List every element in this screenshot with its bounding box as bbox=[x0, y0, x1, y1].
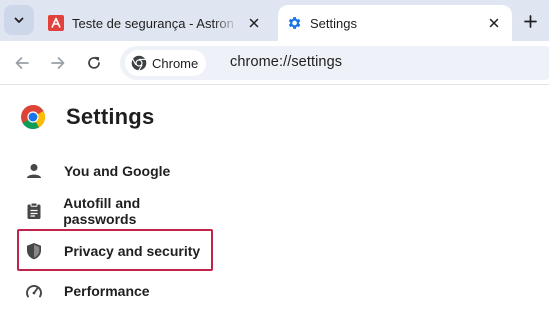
gear-icon bbox=[288, 17, 301, 29]
menu-item-autofill-and-passwords[interactable]: Autofill and passwords bbox=[20, 191, 213, 231]
menu-item-you-and-google[interactable]: You and Google bbox=[20, 151, 213, 191]
arrow-right-icon bbox=[51, 57, 65, 69]
reload-icon bbox=[88, 56, 100, 69]
tab-settings[interactable]: Settings bbox=[278, 5, 512, 41]
close-icon bbox=[249, 18, 259, 28]
address-bar[interactable]: Chrome chrome://settings bbox=[120, 46, 549, 80]
page-title: Settings bbox=[66, 104, 155, 129]
chrome-logo-icon bbox=[21, 105, 46, 130]
person-icon bbox=[20, 162, 48, 180]
close-icon bbox=[489, 18, 499, 28]
tab-close-button[interactable] bbox=[244, 13, 264, 33]
new-tab-button[interactable] bbox=[517, 8, 543, 34]
menu-item-label: You and Google bbox=[64, 163, 171, 179]
tab-teste-de-seguranca[interactable]: Teste de segurança - Astron Me bbox=[40, 5, 272, 41]
astron-icon bbox=[48, 15, 64, 31]
back-button[interactable] bbox=[8, 49, 36, 77]
menu-item-label: Performance bbox=[64, 283, 150, 299]
tab-title: Teste de segurança - Astron Me bbox=[72, 15, 238, 31]
settings-page: Settings You and Google Autofill and pas… bbox=[0, 86, 549, 317]
highlight-box bbox=[17, 229, 213, 271]
arrow-left-icon bbox=[15, 57, 29, 69]
chevron-down-icon bbox=[14, 17, 24, 23]
site-info-chip[interactable]: Chrome bbox=[125, 50, 207, 76]
reload-button[interactable] bbox=[80, 49, 108, 77]
chip-label: Chrome bbox=[152, 55, 199, 71]
clipboard-icon bbox=[20, 202, 47, 220]
forward-button[interactable] bbox=[44, 49, 72, 77]
chrome-icon bbox=[131, 55, 147, 71]
menu-item-performance[interactable]: Performance bbox=[20, 271, 213, 311]
plus-icon bbox=[523, 14, 537, 28]
speedometer-icon bbox=[20, 282, 48, 300]
tab-strip: Teste de segurança - Astron Me Settings bbox=[0, 0, 549, 41]
url-text[interactable]: chrome://settings bbox=[230, 54, 342, 70]
page-header: Settings bbox=[20, 104, 154, 130]
toolbar: Chrome chrome://settings bbox=[0, 41, 549, 85]
menu-item-label: Autofill and passwords bbox=[63, 195, 141, 227]
tab-title: Settings bbox=[310, 15, 357, 31]
tab-search-button[interactable] bbox=[4, 5, 34, 35]
tab-close-button[interactable] bbox=[484, 13, 504, 33]
